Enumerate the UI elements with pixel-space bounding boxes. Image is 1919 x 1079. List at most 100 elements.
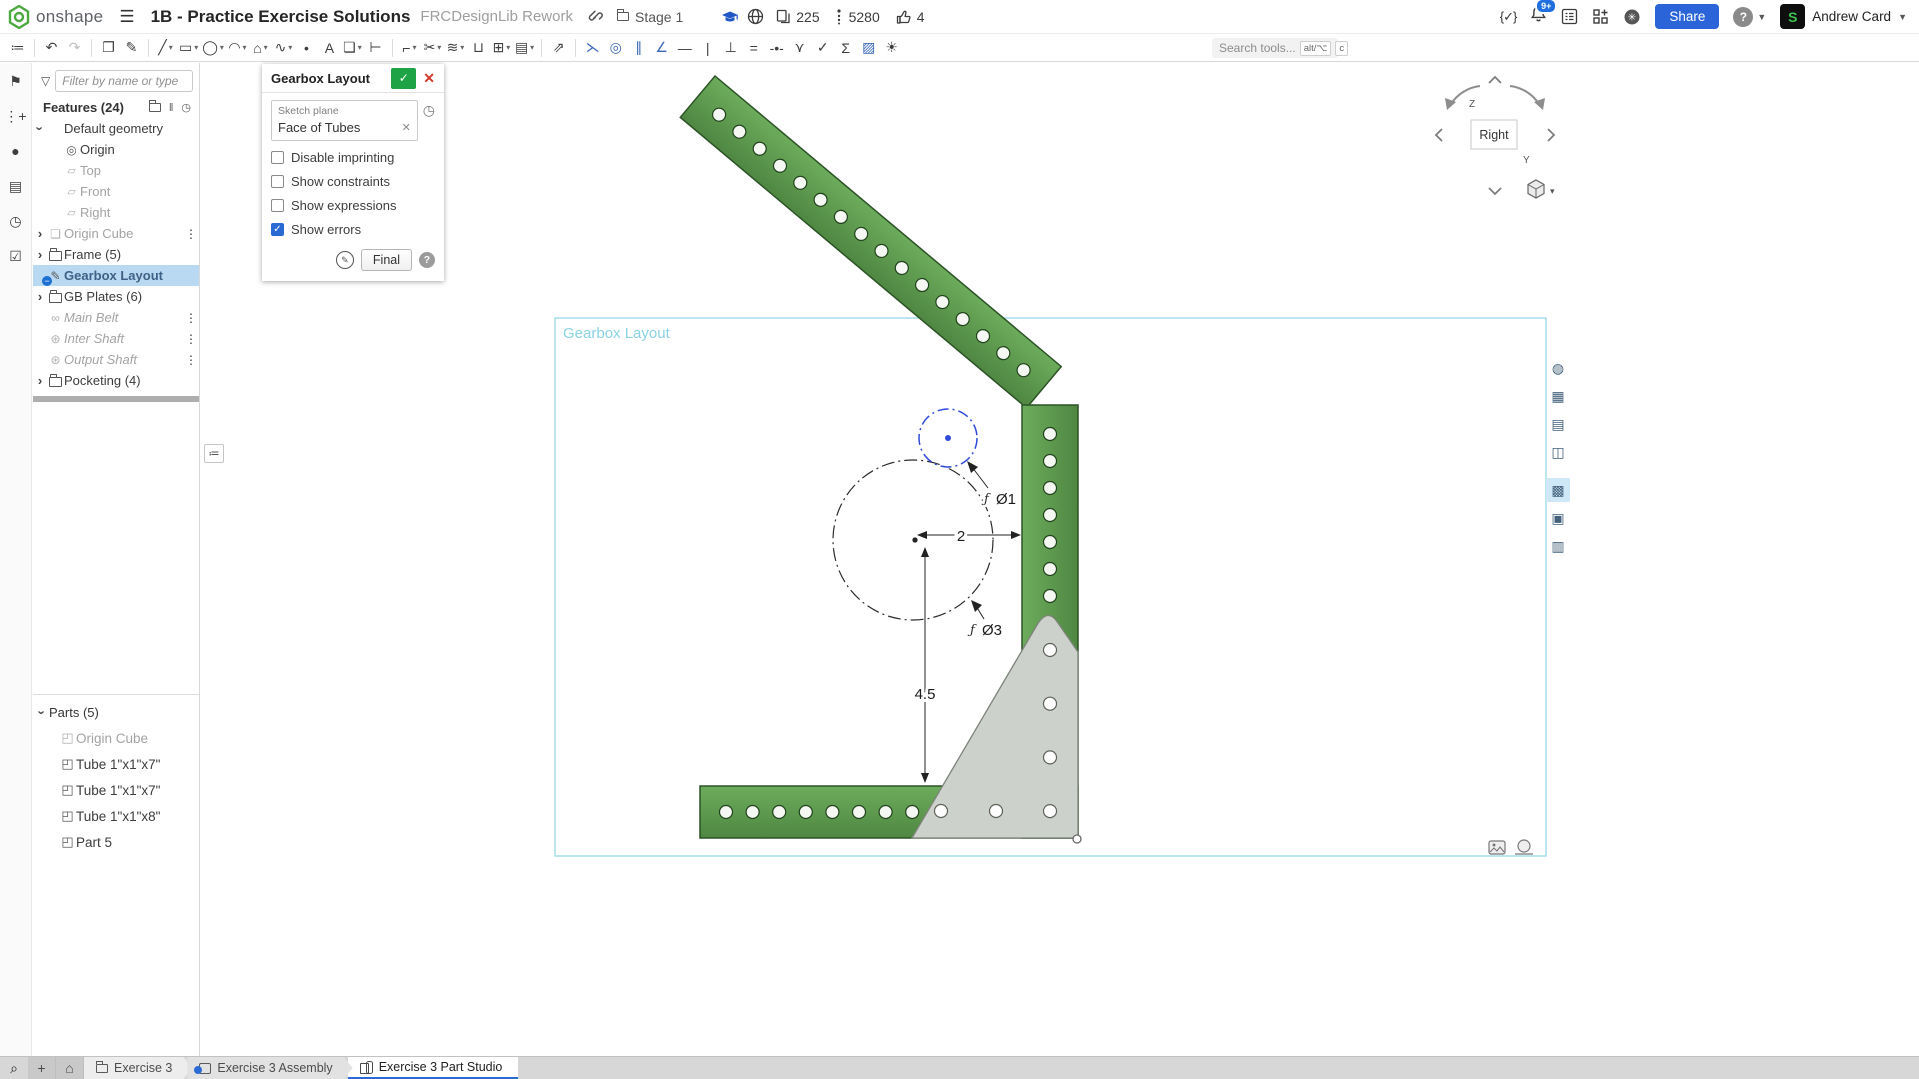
point-tool[interactable]: • ▾ — [295, 36, 318, 60]
sketch-plane-field[interactable]: Sketch plane Face of Tubes ✕ — [271, 100, 418, 141]
circle-tool[interactable]: ◯ ▾ — [200, 36, 226, 60]
new-tab-button[interactable]: + — [28, 1057, 56, 1079]
follow-mode-icon[interactable]: ⋮+ — [4, 106, 26, 126]
feature-tree-item[interactable]: › GB Plates (6) ⋮ — [33, 286, 199, 307]
diagonal-tube[interactable] — [679, 74, 1063, 409]
line-tool[interactable]: ╱ ▾ — [154, 36, 177, 60]
feature-tree-item[interactable]: › Front ⋮ — [33, 181, 199, 202]
help-menu[interactable]: ? ▼ — [1733, 6, 1766, 27]
tab-exercise-3-part-studio[interactable]: Exercise 3 Part Studio — [347, 1057, 519, 1079]
dialog-help-icon[interactable]: ? — [419, 252, 435, 268]
dialog-accept-button[interactable] — [391, 67, 417, 89]
feature-tree-item[interactable]: › Inter Shaft ⋮ — [33, 328, 199, 349]
feature-tree-item[interactable]: › Default geometry ⋮ — [33, 118, 199, 139]
feature-tree-item[interactable]: › Frame (5) ⋮ — [33, 244, 199, 265]
dimension-height-value[interactable]: 4.5 — [912, 683, 939, 706]
text-tool[interactable]: A ▾ — [318, 36, 341, 60]
search-tools-box[interactable]: Search tools... alt/⌥ c — [1212, 38, 1349, 58]
appearances-panel-icon[interactable]: ▣ — [1546, 506, 1570, 530]
render-options-panel-icon[interactable]: ◍ — [1546, 356, 1570, 380]
copies-stat[interactable]: 225 — [776, 9, 820, 25]
feature-tree-item[interactable]: › Gearbox Layout ⋮ — [33, 265, 199, 286]
import-dxf-tool[interactable]: ▤ ▾ — [513, 36, 536, 60]
app-store-icon[interactable] — [1592, 8, 1609, 25]
equal-constraint[interactable]: = ▾ — [742, 36, 765, 60]
dimension-tool[interactable]: ⊢ ▾ — [364, 36, 387, 60]
parts-expander-icon[interactable]: › — [35, 705, 50, 719]
overflow-menu-icon[interactable]: ⋮ — [185, 353, 197, 367]
dialog-checkbox[interactable]: Show expressions — [271, 198, 435, 213]
dialog-history-icon[interactable]: ◷ — [423, 102, 435, 119]
render-mode-icon[interactable] — [1488, 840, 1506, 855]
offset-tool[interactable]: ≋ ▾ — [444, 36, 467, 60]
view-right-arrow-icon[interactable] — [1547, 128, 1556, 142]
tangent-constraint[interactable]: ∠ ▾ — [650, 36, 673, 60]
final-button[interactable]: Final — [360, 249, 412, 271]
fillet-tool[interactable]: ⌐ ▾ — [398, 36, 421, 60]
dimension-height[interactable]: 4.5 — [912, 547, 939, 783]
overflow-menu-icon[interactable]: ⋮ — [185, 332, 197, 346]
preview-toggle-icon[interactable]: ✎ — [335, 251, 354, 269]
parallel-constraint[interactable]: ∥ ▾ — [627, 36, 650, 60]
release-tasks-icon[interactable] — [1561, 8, 1578, 25]
ground-shadow-icon[interactable] — [1515, 839, 1533, 855]
tab-exercise-3[interactable]: Exercise 3 — [84, 1057, 192, 1079]
new-folder-icon[interactable] — [148, 100, 161, 112]
view-mode-cube-icon[interactable]: ▾ — [1527, 179, 1555, 199]
overflow-menu-icon[interactable]: ⋮ — [185, 311, 197, 325]
main-menu-icon[interactable]: ☰ — [119, 7, 134, 27]
feature-tree-item[interactable]: › Pocketing (4) ⋮ — [33, 370, 199, 391]
feature-tree-item[interactable]: › Main Belt ⋮ — [33, 307, 199, 328]
sketch-frame-label[interactable]: Gearbox Layout — [563, 325, 671, 342]
dialog-checkbox[interactable]: Show errors — [271, 222, 435, 237]
onshape-logo[interactable]: onshape — [8, 4, 103, 29]
dialog-cancel-button[interactable] — [423, 70, 435, 87]
share-button[interactable]: Share — [1655, 4, 1720, 29]
part-item[interactable]: Tube 1"x1"x7" — [33, 751, 199, 777]
feature-tree-item[interactable]: › Right ⋮ — [33, 202, 199, 223]
tab-search-icon[interactable]: ⌕ — [0, 1057, 28, 1079]
part-item[interactable]: Origin Cube — [33, 725, 199, 751]
sketch-expressions-icon[interactable]: Σ ▾ — [834, 36, 857, 60]
feature-tree-item[interactable]: › Origin ⋮ — [33, 139, 199, 160]
comments-icon[interactable]: ● — [6, 141, 26, 161]
section-view-panel-icon[interactable]: ◫ — [1546, 440, 1570, 464]
midpoint-constraint[interactable]: -•- ▾ — [765, 36, 788, 60]
dimension-width[interactable]: 2 — [917, 525, 1021, 548]
featurescript-notices-icon[interactable]: {✓} — [1500, 9, 1518, 25]
history-clock-icon[interactable]: ◷ — [181, 101, 191, 114]
parts-header[interactable]: › Parts (5) — [33, 699, 199, 725]
rotate-cw-icon[interactable] — [1509, 85, 1540, 105]
notes-icon[interactable]: ▤ — [6, 176, 26, 196]
spline-tool[interactable]: ∿ ▾ — [272, 36, 295, 60]
workspace-name[interactable]: FRCDesignLib Rework — [420, 8, 573, 25]
expander-chevron-icon[interactable]: › — [33, 122, 48, 136]
horizontal-constraint[interactable]: — ▾ — [673, 36, 696, 60]
expander-chevron-icon[interactable]: › — [33, 289, 47, 304]
slot-tool[interactable]: ⊔ ▾ — [467, 36, 490, 60]
rectangle-tool[interactable]: ▭ ▾ — [177, 36, 200, 60]
views-stat[interactable]: 5280 — [834, 9, 880, 25]
sketch-pattern-tool[interactable]: ⊞ ▾ — [490, 36, 513, 60]
public-globe-icon[interactable] — [747, 8, 764, 25]
tasks-icon[interactable]: ☑ — [6, 246, 26, 266]
hatch-fill-icon[interactable]: ▨ ▾ — [857, 36, 880, 60]
transform-tool[interactable]: ⇗ ▾ — [547, 36, 570, 60]
expander-chevron-icon[interactable]: › — [33, 373, 47, 388]
suppress-pause-icon[interactable]: ‖ — [169, 102, 174, 114]
normal-constraint[interactable]: ✓ ▾ — [811, 36, 834, 60]
dialog-checkbox[interactable]: Show constraints — [271, 174, 435, 189]
versions-icon[interactable]: ⚑ — [6, 71, 26, 91]
tables-panel-icon[interactable]: ▥ — [1546, 534, 1570, 558]
polygon-tool[interactable]: ⌂ ▾ — [249, 36, 272, 60]
sketch-origin-point[interactable] — [1072, 834, 1082, 844]
model-viewport[interactable]: Gearbox Layout 2 4.5 ƒ Ø1 ƒ Ø3 Z Y Right… — [200, 62, 1919, 1056]
filter-icon[interactable]: ▽ — [41, 74, 50, 88]
dimension-d1[interactable]: ƒ Ø1 — [967, 461, 1019, 511]
dimension-d3-value[interactable]: Ø3 — [979, 619, 1005, 642]
dimension-d1-value[interactable]: Ø1 — [993, 488, 1019, 511]
dimension-d3[interactable]: ƒ Ø3 — [965, 600, 1005, 642]
filter-input[interactable] — [55, 70, 193, 92]
performance-panel-icon[interactable]: ▩ — [1546, 478, 1570, 502]
stopwatch-icon[interactable]: ◷ — [6, 211, 26, 231]
